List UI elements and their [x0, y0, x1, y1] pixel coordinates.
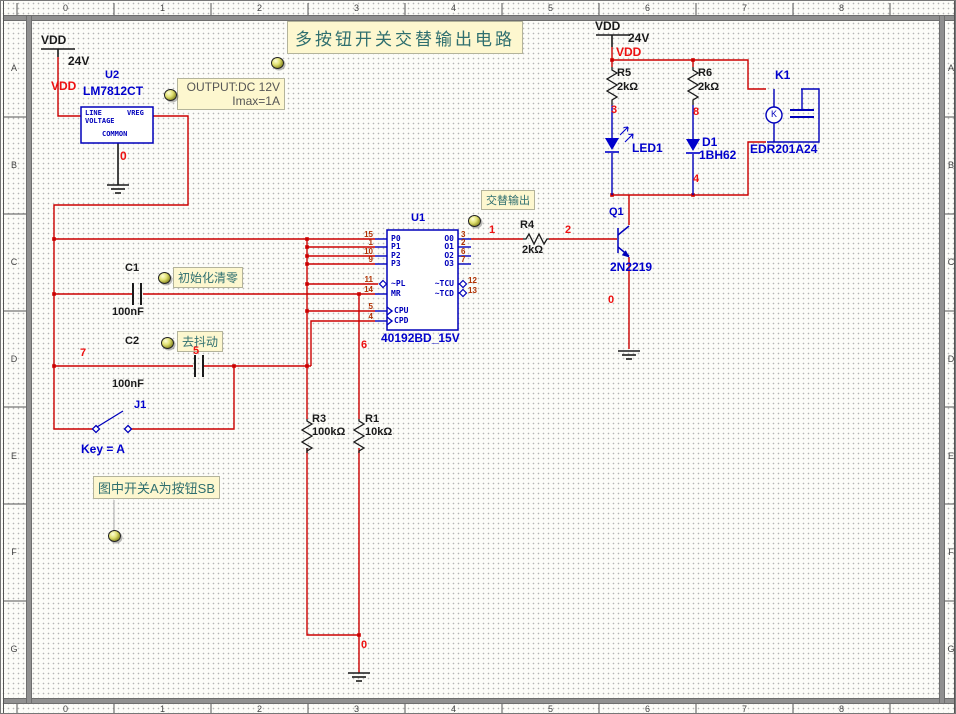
net-label-vdd-right: VDD — [616, 45, 641, 59]
r4-ref: R4 — [520, 219, 534, 231]
r4-value: 2kΩ — [522, 244, 543, 256]
u1-pin-name-pl: ~PL — [391, 279, 405, 288]
d1-part: 1BH62 — [699, 148, 736, 162]
net-label-3: 3 — [611, 104, 617, 116]
net-label-4: 4 — [693, 173, 699, 185]
j1-value: Key = A — [81, 442, 125, 456]
c2-value: 100nF — [112, 378, 144, 390]
u1-pin-name-p3: P3 — [391, 259, 401, 268]
u1-ref: U1 — [411, 212, 425, 224]
r5-ref: R5 — [617, 67, 631, 79]
d1-symbol[interactable] — [686, 139, 700, 153]
u2-pin-common: COMMON — [102, 130, 127, 138]
net-label-0-bottom: 0 — [361, 639, 367, 651]
led1-ref: LED1 — [632, 141, 663, 155]
j1-symbol[interactable] — [93, 411, 132, 433]
c2-ref: C2 — [125, 335, 139, 347]
net-label-6: 6 — [361, 339, 367, 351]
u1-pin-name-p1: P1 — [391, 242, 401, 251]
k1-ref: K1 — [775, 68, 790, 82]
output-note[interactable]: OUTPUT:DC 12V Imax=1A — [177, 78, 285, 110]
net-label-0-reg: 0 — [120, 149, 127, 163]
r6-ref: R6 — [698, 67, 712, 79]
q1-ref: Q1 — [609, 206, 624, 218]
net-label-7: 7 — [80, 347, 86, 359]
u2-pin-voltage: VOLTAGE — [85, 117, 115, 125]
u1-pin-name-o3: O3 — [410, 259, 454, 268]
net-label-8: 8 — [693, 106, 699, 118]
capacitor-plates[interactable] — [133, 283, 203, 377]
init-clear-note[interactable]: 初始化清零 — [173, 267, 243, 288]
u1-pin-name-tcu: ~TCU — [410, 279, 454, 288]
r6-value: 2kΩ — [698, 81, 719, 93]
net-label-vdd-left: VDD — [51, 79, 76, 93]
u1-pin-name-mr: MR — [391, 289, 401, 298]
pushpin-icon[interactable] — [161, 337, 174, 349]
r3-ref: R3 — [312, 413, 326, 425]
r1-ref: R1 — [365, 413, 379, 425]
r1-value: 10kΩ — [365, 426, 392, 438]
vdd-flag-right: VDD — [595, 19, 620, 33]
vdd-voltage-right: 24V — [628, 31, 649, 45]
r3-value: 100kΩ — [312, 426, 345, 438]
u1-pin-num-12: 12 — [468, 276, 477, 285]
pushpin-icon[interactable] — [271, 57, 284, 69]
u1-pin-num-11: 11 — [359, 275, 373, 284]
u2-pin-line: LINE — [85, 109, 102, 117]
u1-pin-name-cpd: CPD — [394, 316, 408, 325]
net-label-1: 1 — [489, 224, 495, 236]
u1-pin-num-1: 1 — [359, 238, 373, 247]
u2-ref: U2 — [105, 69, 119, 81]
pushpin-icon[interactable] — [468, 215, 481, 227]
k1-circle-letter: K — [768, 109, 780, 119]
debounce-note[interactable]: 去抖动 — [177, 331, 223, 352]
u1-part: 40192BD_15V — [381, 331, 460, 345]
u1-pin-num-2: 2 — [461, 238, 465, 247]
u1-pin-num-9: 9 — [359, 255, 373, 264]
c1-value: 100nF — [112, 306, 144, 318]
j1-ref: J1 — [134, 399, 146, 411]
u2-pin-vreg: VREG — [127, 109, 144, 117]
output-note-line1: OUTPUT:DC 12V — [182, 80, 280, 94]
led1-symbol[interactable] — [605, 127, 633, 152]
schematic-wiring — [1, 1, 956, 714]
net-label-2: 2 — [565, 224, 571, 236]
switch-note[interactable]: 图中开关A为按钮SB — [93, 476, 220, 499]
u1-pin-num-13: 13 — [468, 286, 477, 295]
u1-pin-num-14: 14 — [359, 285, 373, 294]
pushpin-icon[interactable] — [164, 89, 177, 101]
q1-symbol[interactable] — [618, 226, 630, 258]
pushpin-icon[interactable] — [108, 530, 121, 542]
u1-pin-num-5: 5 — [359, 302, 373, 311]
schematic-canvas[interactable]: 0 1 2 3 4 5 6 7 8 0 1 2 3 4 5 6 7 8 A B … — [0, 0, 956, 714]
pushpin-icon[interactable] — [158, 272, 171, 284]
u1-pin-name-cpu: CPU — [394, 306, 408, 315]
q1-part: 2N2219 — [610, 260, 652, 274]
vdd-voltage-left: 24V — [68, 54, 89, 68]
vdd-flag-left: VDD — [41, 33, 66, 47]
d1-ref: D1 — [702, 135, 717, 149]
title-note[interactable]: 多按钮开关交替输出电路 — [287, 21, 523, 54]
net-label-5: 5 — [193, 345, 199, 357]
u1-pin-num-4: 4 — [359, 312, 373, 321]
net-label-0-q1: 0 — [608, 294, 614, 306]
alt-output-note[interactable]: 交替输出 — [481, 190, 535, 210]
u1-pin-num-7: 7 — [461, 255, 465, 264]
u1-pin-name-o1: O1 — [410, 242, 454, 251]
junction-dots — [52, 58, 695, 637]
k1-part: EDR201A24 — [750, 142, 817, 156]
r5-value: 2kΩ — [617, 81, 638, 93]
output-note-line2: Imax=1A — [182, 94, 280, 108]
c1-ref: C1 — [125, 262, 139, 274]
u1-pin-name-tcd: ~TCD — [410, 289, 454, 298]
u2-part: LM7812CT — [83, 84, 143, 98]
